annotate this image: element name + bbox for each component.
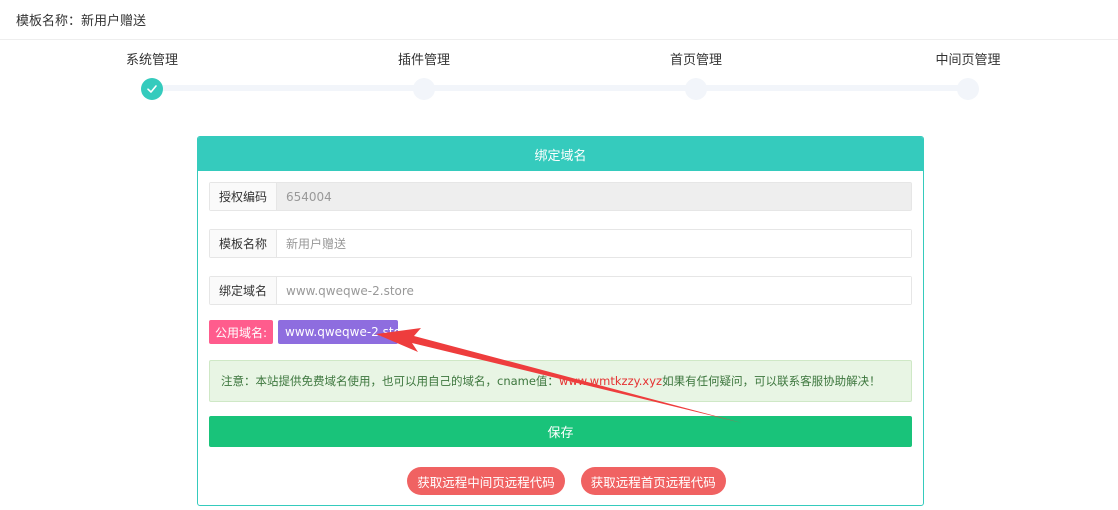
- remote-code-buttons: 获取远程中间页远程代码 获取远程首页远程代码: [198, 467, 923, 495]
- step-track: [152, 85, 968, 91]
- step-dot: [413, 78, 435, 100]
- check-icon: [141, 78, 163, 100]
- get-home-code-button[interactable]: 获取远程首页远程代码: [580, 467, 726, 495]
- step-dot: [957, 78, 979, 100]
- bind-domain-panel: 绑定域名 授权编码 模板名称 绑定域名 公用域名: www.qweqwe-2.s…: [197, 136, 924, 506]
- template-name-input[interactable]: [277, 230, 911, 257]
- public-domain: 公用域名: www.qweqwe-2.store: [209, 320, 399, 344]
- notice-cname: www.wmtkzzy.xyz: [558, 374, 663, 388]
- notice-box: 注意：本站提供免费域名使用，也可以用自己的域名，cname值： www.wmtk…: [209, 360, 912, 402]
- bind-domain-input[interactable]: [277, 277, 911, 304]
- public-domain-value[interactable]: www.qweqwe-2.store: [278, 320, 399, 344]
- template-name-row: 模板名称: [209, 229, 912, 258]
- step-dot: [685, 78, 707, 100]
- step-label: 首页管理: [669, 53, 722, 68]
- page-header: 模板名称：新用户赠送: [0, 0, 1118, 40]
- step-home[interactable]: 首页管理: [636, 48, 756, 100]
- step-plugin[interactable]: 插件管理: [364, 48, 484, 100]
- step-progress: 系统管理 插件管理 首页管理 中间页管理: [0, 48, 1118, 108]
- auth-code-input[interactable]: [277, 183, 911, 210]
- bind-domain-label: 绑定域名: [210, 277, 277, 304]
- step-label: 插件管理: [397, 53, 450, 68]
- step-label: 中间页管理: [935, 53, 1001, 68]
- panel-title: 绑定域名: [198, 137, 923, 171]
- step-label: 系统管理: [125, 53, 178, 68]
- step-middle[interactable]: 中间页管理: [908, 48, 1028, 100]
- auth-code-row: 授权编码: [209, 182, 912, 211]
- notice-prefix: 注意：本站提供免费域名使用，也可以用自己的域名，cname值：: [221, 374, 559, 388]
- template-name-label: 模板名称: [210, 230, 277, 257]
- bind-domain-row: 绑定域名: [209, 276, 912, 305]
- save-button[interactable]: 保存: [209, 416, 912, 447]
- auth-code-label: 授权编码: [210, 183, 277, 210]
- public-domain-label: 公用域名:: [209, 320, 274, 344]
- template-name-text: 模板名称：新用户赠送: [16, 14, 147, 29]
- notice-suffix: 如果有任何疑问，可以联系客服协助解决！: [662, 374, 881, 388]
- get-middle-code-button[interactable]: 获取远程中间页远程代码: [407, 467, 565, 495]
- step-system[interactable]: 系统管理: [92, 48, 212, 100]
